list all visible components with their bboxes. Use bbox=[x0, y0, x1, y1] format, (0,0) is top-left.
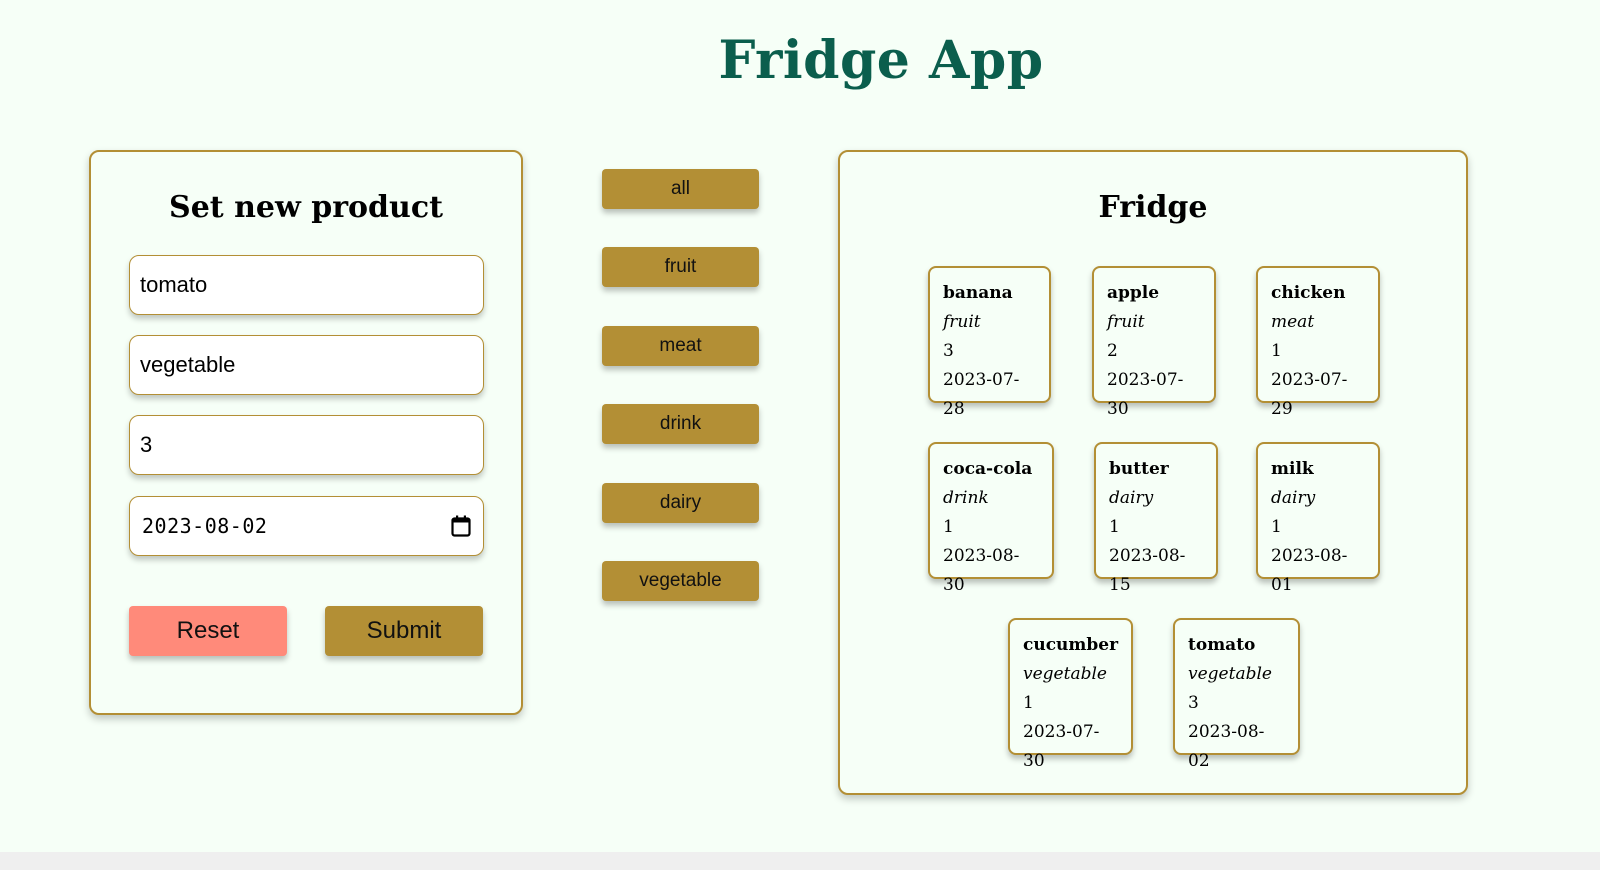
product-name-input[interactable] bbox=[129, 255, 484, 315]
product-card[interactable]: butter dairy 1 2023-08-15 bbox=[1094, 442, 1218, 595]
product-name: milk bbox=[1271, 459, 1314, 479]
product-category: vegetable bbox=[1023, 664, 1107, 684]
filter-dairy-button[interactable]: dairy bbox=[602, 483, 759, 523]
filter-meat-button[interactable]: meat bbox=[602, 326, 759, 366]
product-date: 2023-07-30 bbox=[1107, 370, 1184, 419]
product-name: butter bbox=[1109, 459, 1169, 479]
product-date: 2023-08-30 bbox=[943, 546, 1020, 595]
product-category: dairy bbox=[1109, 488, 1154, 508]
product-category: dairy bbox=[1271, 488, 1316, 508]
filter-fruit-button[interactable]: fruit bbox=[602, 247, 759, 287]
product-date: 2023-07-28 bbox=[943, 370, 1020, 419]
product-date: 2023-08-02 bbox=[1188, 722, 1265, 771]
product-category: vegetable bbox=[1188, 664, 1272, 684]
date-value: 2023-08-02 bbox=[142, 514, 268, 538]
product-card[interactable]: tomato vegetable 3 2023-08-02 bbox=[1173, 618, 1300, 771]
product-name: coca-cola bbox=[943, 459, 1033, 479]
product-category: meat bbox=[1271, 312, 1315, 332]
product-card[interactable]: milk dairy 1 2023-08-01 bbox=[1256, 442, 1380, 595]
product-name: chicken bbox=[1271, 283, 1346, 303]
submit-button[interactable]: Submit bbox=[325, 606, 483, 656]
product-category: fruit bbox=[943, 312, 981, 332]
product-quantity: 1 bbox=[1271, 341, 1282, 361]
product-quantity: 2 bbox=[1107, 341, 1118, 361]
page: Fridge App Set new product 2023-08-02 Re… bbox=[0, 0, 1600, 852]
fridge-panel: Fridge banana fruit 3 2023-07-28 apple f… bbox=[838, 150, 1468, 795]
product-quantity: 1 bbox=[943, 517, 954, 537]
filter-all-button[interactable]: all bbox=[602, 169, 759, 209]
product-card[interactable]: chicken meat 1 2023-07-29 bbox=[1256, 266, 1380, 419]
product-name: cucumber bbox=[1023, 635, 1119, 655]
product-card[interactable]: cucumber vegetable 1 2023-07-30 bbox=[1008, 618, 1133, 771]
product-quantity-input[interactable] bbox=[129, 415, 484, 475]
product-name: apple bbox=[1107, 283, 1160, 303]
product-quantity: 1 bbox=[1109, 517, 1120, 537]
new-product-form: Set new product 2023-08-02 Reset Submit bbox=[89, 150, 523, 715]
fridge-title: Fridge bbox=[1098, 190, 1208, 225]
product-card[interactable]: coca-cola drink 1 2023-08-30 bbox=[928, 442, 1054, 595]
product-date: 2023-08-01 bbox=[1271, 546, 1348, 595]
product-card[interactable]: banana fruit 3 2023-07-28 bbox=[928, 266, 1051, 419]
product-quantity: 1 bbox=[1271, 517, 1282, 537]
calendar-icon[interactable] bbox=[451, 515, 471, 537]
product-quantity: 3 bbox=[1188, 693, 1199, 713]
reset-button[interactable]: Reset bbox=[129, 606, 287, 656]
product-name: banana bbox=[943, 283, 1013, 303]
product-date: 2023-08-15 bbox=[1109, 546, 1186, 595]
product-category: drink bbox=[943, 488, 989, 508]
app-title: Fridge App bbox=[718, 30, 1044, 91]
form-title: Set new product bbox=[169, 190, 443, 225]
product-category-input[interactable] bbox=[129, 335, 484, 395]
product-date: 2023-07-29 bbox=[1271, 370, 1348, 419]
filter-drink-button[interactable]: drink bbox=[602, 404, 759, 444]
product-date: 2023-07-30 bbox=[1023, 722, 1100, 771]
product-quantity: 3 bbox=[943, 341, 954, 361]
product-name: tomato bbox=[1188, 635, 1256, 655]
product-category: fruit bbox=[1107, 312, 1145, 332]
product-card[interactable]: apple fruit 2 2023-07-30 bbox=[1092, 266, 1216, 419]
product-date-input[interactable]: 2023-08-02 bbox=[129, 496, 484, 556]
product-quantity: 1 bbox=[1023, 693, 1034, 713]
filter-vegetable-button[interactable]: vegetable bbox=[602, 561, 759, 601]
